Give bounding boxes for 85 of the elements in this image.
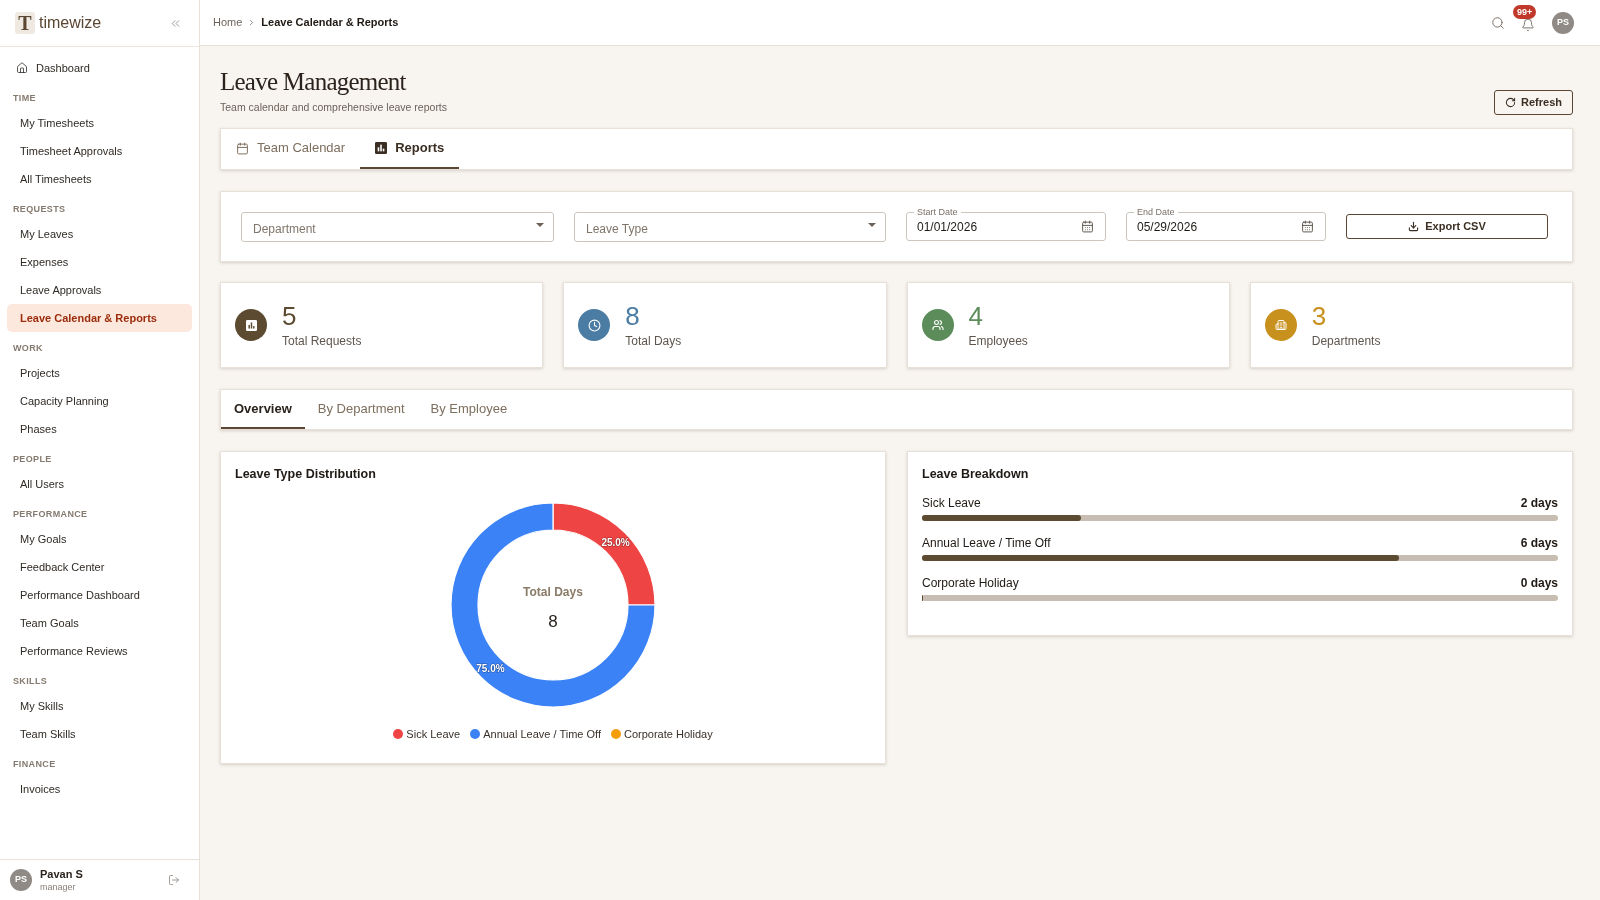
card-title: Leave Breakdown	[922, 466, 1030, 482]
report-tab[interactable]: By Department	[304, 390, 418, 429]
user-avatar: PS	[10, 869, 32, 891]
stat-label: Total Days	[625, 333, 682, 349]
nav-item[interactable]: Timesheet Approvals	[7, 137, 192, 165]
refresh-icon	[1505, 97, 1517, 108]
nav-item[interactable]: Dashboard	[7, 54, 192, 82]
section-heading: FINANCE	[13, 759, 57, 769]
leave-type-label: Annual Leave / Time Off	[922, 535, 1051, 552]
leave-type-label: Corporate Holiday	[922, 575, 1019, 592]
nav-item[interactable]: My Skills	[7, 692, 192, 720]
stat-label: Departments	[1311, 333, 1381, 349]
bar-chart-icon	[375, 142, 388, 154]
stat-value: 3	[1311, 301, 1328, 330]
section-heading: REQUESTS	[13, 204, 67, 214]
nav-item[interactable]: Performance Reviews	[7, 637, 192, 665]
field-label: Start Date	[914, 207, 961, 217]
nav-item[interactable]: Team Goals	[7, 609, 192, 637]
days-reading: 2 days	[1520, 495, 1558, 512]
brand-logo: T	[15, 12, 35, 34]
calendar-icon	[1081, 220, 1094, 233]
nav-item[interactable]: Leave Approvals	[7, 276, 192, 304]
stat-value: 5	[282, 301, 298, 330]
refresh-button[interactable]: Refresh	[1494, 90, 1573, 115]
breadcrumb-link[interactable]: Home	[213, 14, 243, 31]
days-reading: 0 days	[1520, 575, 1558, 592]
nav-item[interactable]: My Leaves	[7, 220, 192, 248]
calendar-icon	[1301, 220, 1314, 233]
stat-label: Employees	[968, 333, 1028, 349]
legend-label: Corporate Holiday	[624, 727, 713, 742]
user-name: Pavan S	[40, 867, 83, 881]
leave-type-label: Sick Leave	[922, 495, 981, 512]
section-heading: TIME	[13, 93, 37, 103]
view-tab[interactable]: Reports	[360, 129, 460, 169]
view-tab[interactable]: Team Calendar	[221, 129, 361, 169]
nav-item[interactable]: Projects	[7, 359, 192, 387]
brand-name: timewize	[39, 15, 102, 31]
nav-item[interactable]: Invoices	[7, 775, 192, 803]
leave-type-select[interactable]: Leave Type	[574, 211, 886, 242]
export-csv-button[interactable]: Export CSV	[1346, 214, 1548, 239]
section-heading: PEOPLE	[13, 454, 53, 464]
search-icon	[1491, 15, 1505, 30]
nav-item[interactable]: Capacity Planning	[7, 387, 192, 415]
breadcrumb-link[interactable]: Leave Calendar & Reports	[261, 14, 399, 31]
search-button[interactable]	[1491, 15, 1505, 30]
section-heading: PERFORMANCE	[13, 509, 89, 519]
section-heading: SKILLS	[13, 676, 49, 686]
nav-item[interactable]: Team Skills	[7, 720, 192, 748]
field-label: End Date	[1134, 207, 1178, 217]
page-subtitle: Team calendar and comprehensive leave reports	[220, 100, 448, 114]
caret-icon	[868, 223, 876, 227]
notification-badge: 99+	[1513, 4, 1537, 19]
page-title: Leave Management	[220, 67, 407, 97]
section-heading: WORK	[13, 343, 44, 353]
card-title: Leave Type Distribution	[235, 466, 377, 482]
donut-center-value: 8	[548, 612, 558, 631]
calendar-icon	[236, 141, 249, 155]
days-reading: 6 days	[1520, 535, 1558, 552]
slice-percent-label: 75.0%	[476, 662, 505, 674]
report-tab[interactable]: Overview	[221, 390, 305, 429]
legend-label: Annual Leave / Time Off	[483, 727, 601, 742]
legend-label: Sick Leave	[406, 727, 461, 742]
user-role: manager	[40, 880, 77, 893]
department-select[interactable]: Department	[241, 211, 554, 242]
nav-item[interactable]: Performance Dashboard	[7, 581, 192, 609]
nav-item[interactable]: Feedback Center	[7, 553, 192, 581]
bell-icon	[1521, 17, 1535, 32]
nav-item[interactable]: Expenses	[7, 248, 192, 276]
nav-item[interactable]: Phases	[7, 415, 192, 443]
download-icon	[1408, 221, 1420, 232]
stat-label: Total Requests	[282, 333, 362, 349]
nav-item[interactable]: All Timesheets	[7, 165, 192, 193]
stat-value: 8	[625, 301, 641, 330]
nav-item[interactable]: My Timesheets	[7, 109, 192, 137]
nav-item[interactable]: My Goals	[7, 525, 192, 553]
stat-value: 4	[968, 301, 984, 330]
nav-item[interactable]: All Users	[7, 470, 192, 498]
donut-center-label: Total Days	[523, 585, 583, 599]
report-tab[interactable]: By Employee	[417, 390, 521, 429]
nav-item[interactable]: Leave Calendar & Reports	[7, 304, 192, 332]
home-icon	[16, 62, 28, 74]
logout-button[interactable]	[168, 874, 180, 886]
logout-icon	[168, 874, 180, 886]
slice-percent-label: 25.0%	[601, 537, 630, 549]
caret-icon	[536, 223, 544, 227]
